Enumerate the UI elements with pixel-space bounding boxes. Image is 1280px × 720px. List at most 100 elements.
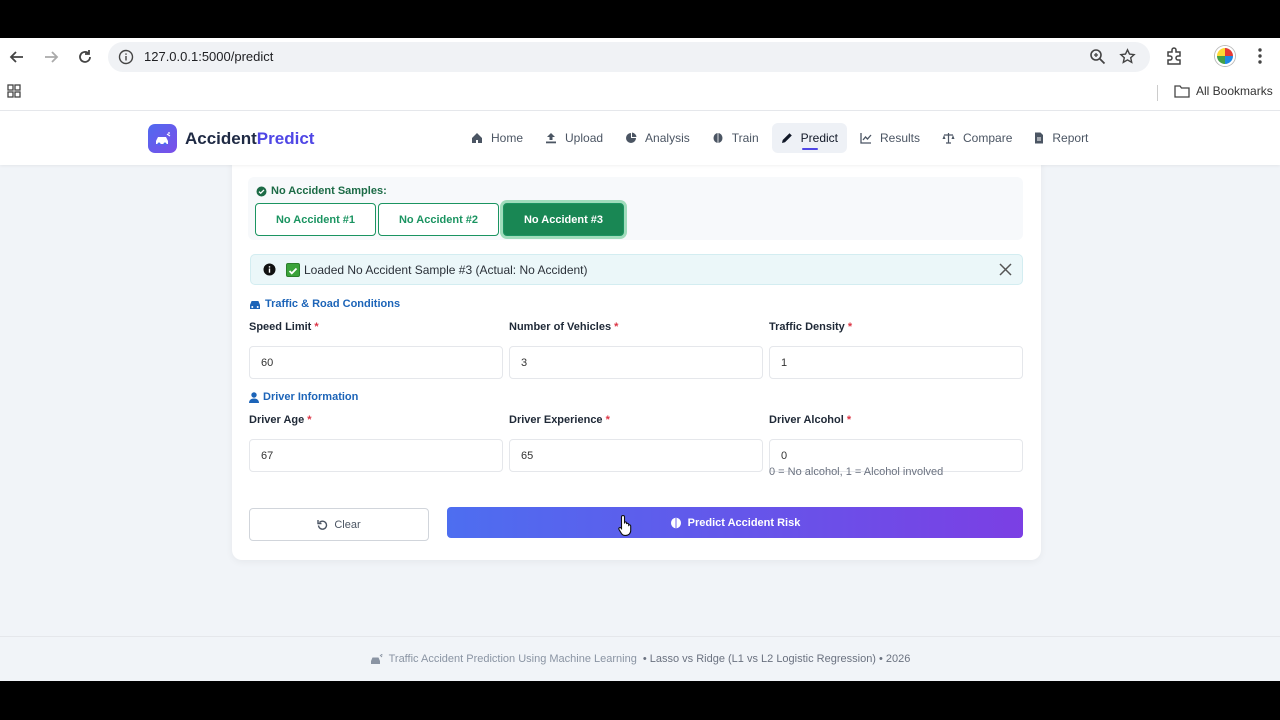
line-chart-icon [860,133,872,144]
brain-icon [670,517,681,528]
profile-avatar[interactable] [1215,46,1235,66]
all-bookmarks-button[interactable]: All Bookmarks [1174,84,1273,98]
traffic-section-heading: Traffic & Road Conditions [249,298,400,310]
predict-button-label: Predict Accident Risk [687,516,801,529]
footer-title: Traffic Accident Prediction Using Machin… [388,653,637,665]
driver-section-title: Driver Information [263,391,359,403]
app-navbar: AccidentPredict Home Upload Analysis Tra… [0,111,1280,165]
nav-predict-label: Predict [800,131,838,145]
home-icon [472,133,482,143]
footer: Traffic Accident Prediction Using Machin… [0,636,1280,681]
close-icon[interactable] [999,263,1012,276]
required-mark: * [846,414,852,426]
forward-button[interactable] [40,46,62,68]
driver-experience-label: Driver Experience * [509,414,610,426]
required-mark: * [614,321,619,333]
nav-compare-label: Compare [963,131,1013,145]
extensions-icon[interactable] [1164,46,1184,66]
required-mark: * [307,414,312,426]
required-mark: * [314,321,319,333]
traffic-section-title: Traffic & Road Conditions [265,298,401,310]
site-info-icon[interactable] [118,49,134,65]
num-vehicles-value: 3 [521,356,528,369]
nav-compare[interactable]: Compare [933,123,1021,153]
no-accident-3-button[interactable]: No Accident #3 [503,203,624,236]
nav-analysis[interactable]: Analysis [616,123,699,153]
driver-alcohol-hint: 0 = No alcohol, 1 = Alcohol involved [769,466,944,478]
bookmarks-separator [1157,85,1158,101]
scale-icon [942,133,955,144]
nav-menu: Home Upload Analysis Train Predict Resul… [462,123,1097,153]
driver-experience-input[interactable]: 65 [509,439,763,472]
reload-icon [79,50,91,63]
sample-loaded-alert: Loaded No Accident Sample #3 (Actual: No… [250,254,1023,285]
nav-home-label: Home [491,131,524,145]
nav-train-label: Train [731,131,759,145]
nav-predict[interactable]: Predict [771,123,847,153]
required-mark: * [605,414,610,426]
footer-rest: • Lasso vs Ridge (L1 vs L2 Logistic Regr… [642,653,911,665]
url-text[interactable]: 127.0.0.1:5000/predict [144,49,273,64]
samples-title-text: No Accident Samples: [271,185,387,197]
address-bar[interactable]: 127.0.0.1:5000/predict [108,42,1150,72]
num-vehicles-label-text: Number of Vehicles [509,321,612,333]
speed-limit-input[interactable]: 60 [249,346,503,379]
driver-section-heading: Driver Information [249,391,358,403]
back-button[interactable] [6,46,28,68]
mouse-cursor-icon [618,514,632,536]
driver-age-value: 67 [261,449,274,462]
driver-age-label-text: Driver Age [249,414,305,426]
address-row: 127.0.0.1:5000/predict [0,38,1280,76]
car-icon [250,300,260,309]
driver-alcohol-value: 0 [781,449,788,462]
no-accident-1-button[interactable]: No Accident #1 [255,203,376,236]
car-crash-icon [370,653,383,664]
no-accident-2-button[interactable]: No Accident #2 [378,203,499,236]
arrow-left-icon [9,51,23,63]
clear-button-label: Clear [334,518,361,531]
file-icon [1035,132,1044,144]
green-checkbox-icon [286,263,300,277]
brand-name: AccidentPredict [185,129,314,149]
nav-results[interactable]: Results [851,123,929,153]
traffic-density-input[interactable]: 1 [769,346,1023,379]
brand-prefix: Accident [185,128,257,148]
speed-limit-label-text: Speed Limit [249,321,312,333]
num-vehicles-input[interactable]: 3 [509,346,763,379]
bookmark-star-icon[interactable] [1119,48,1136,65]
predict-button[interactable]: Predict Accident Risk [447,507,1023,538]
pencil-icon [781,133,792,143]
reload-button[interactable] [74,46,96,68]
nav-upload[interactable]: Upload [536,123,612,153]
samples-title: No Accident Samples: [256,185,387,197]
driver-alcohol-label: Driver Alcohol * [769,414,851,426]
alert-message: Loaded No Accident Sample #3 (Actual: No… [304,263,588,277]
more-menu-icon[interactable] [1252,46,1268,66]
nav-report-label: Report [1052,131,1089,145]
folder-icon [1174,85,1190,98]
speed-limit-value: 60 [261,356,274,369]
check-circle-icon [256,186,267,196]
brand[interactable]: AccidentPredict [148,124,314,153]
screen-top-bar [0,0,1280,38]
zoom-icon[interactable] [1089,48,1106,65]
nav-results-label: Results [880,131,921,145]
nav-analysis-label: Analysis [645,131,690,145]
prediction-card: No Accident Samples: No Accident #1 No A… [232,141,1041,560]
driver-experience-label-text: Driver Experience [509,414,603,426]
traffic-density-label-text: Traffic Density [769,321,845,333]
nav-home[interactable]: Home [462,123,532,153]
nav-train[interactable]: Train [703,123,768,153]
nav-report[interactable]: Report [1025,123,1097,153]
apps-grid-icon[interactable] [7,84,21,98]
traffic-density-label: Traffic Density * [769,321,852,333]
brand-suffix: Predict [256,128,315,148]
required-mark: * [847,321,853,333]
driver-alcohol-label-text: Driver Alcohol [769,414,844,426]
clear-button[interactable]: Clear [249,508,429,541]
driver-experience-value: 65 [521,449,534,462]
no-accident-samples-panel: No Accident Samples: No Accident #1 No A… [248,177,1023,240]
user-icon [249,391,259,403]
arrow-right-icon [45,51,59,63]
driver-age-input[interactable]: 67 [249,439,503,472]
